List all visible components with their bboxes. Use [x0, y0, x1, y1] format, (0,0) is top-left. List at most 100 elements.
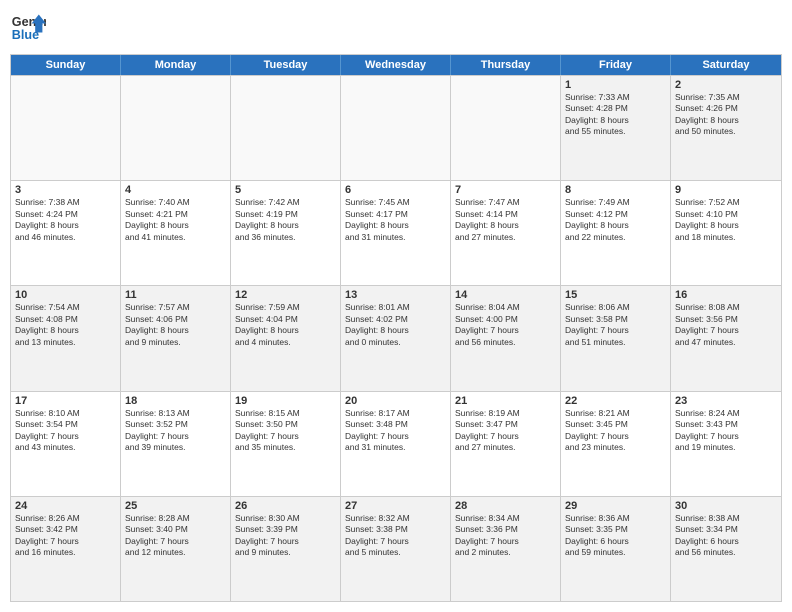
- header-day-thursday: Thursday: [451, 55, 561, 75]
- header-day-sunday: Sunday: [11, 55, 121, 75]
- day-info: Sunrise: 8:38 AM Sunset: 3:34 PM Dayligh…: [675, 513, 777, 559]
- day-number: 11: [125, 289, 226, 301]
- day-number: 20: [345, 395, 446, 407]
- svg-text:Blue: Blue: [12, 28, 39, 42]
- day-cell-18: 18Sunrise: 8:13 AM Sunset: 3:52 PM Dayli…: [121, 392, 231, 496]
- day-cell-29: 29Sunrise: 8:36 AM Sunset: 3:35 PM Dayli…: [561, 497, 671, 601]
- empty-cell: [231, 76, 341, 180]
- day-number: 19: [235, 395, 336, 407]
- day-info: Sunrise: 7:49 AM Sunset: 4:12 PM Dayligh…: [565, 197, 666, 243]
- day-cell-25: 25Sunrise: 8:28 AM Sunset: 3:40 PM Dayli…: [121, 497, 231, 601]
- day-number: 25: [125, 500, 226, 512]
- day-number: 18: [125, 395, 226, 407]
- day-info: Sunrise: 7:38 AM Sunset: 4:24 PM Dayligh…: [15, 197, 116, 243]
- day-number: 23: [675, 395, 777, 407]
- empty-cell: [451, 76, 561, 180]
- day-number: 2: [675, 79, 777, 91]
- day-info: Sunrise: 7:42 AM Sunset: 4:19 PM Dayligh…: [235, 197, 336, 243]
- header-day-monday: Monday: [121, 55, 231, 75]
- day-info: Sunrise: 7:40 AM Sunset: 4:21 PM Dayligh…: [125, 197, 226, 243]
- day-info: Sunrise: 8:36 AM Sunset: 3:35 PM Dayligh…: [565, 513, 666, 559]
- day-cell-12: 12Sunrise: 7:59 AM Sunset: 4:04 PM Dayli…: [231, 286, 341, 390]
- day-info: Sunrise: 8:30 AM Sunset: 3:39 PM Dayligh…: [235, 513, 336, 559]
- day-cell-21: 21Sunrise: 8:19 AM Sunset: 3:47 PM Dayli…: [451, 392, 561, 496]
- day-info: Sunrise: 7:57 AM Sunset: 4:06 PM Dayligh…: [125, 302, 226, 348]
- day-cell-9: 9Sunrise: 7:52 AM Sunset: 4:10 PM Daylig…: [671, 181, 781, 285]
- day-number: 22: [565, 395, 666, 407]
- logo: General Blue: [10, 10, 50, 46]
- page: General Blue SundayMondayTuesdayWednesda…: [0, 0, 792, 612]
- day-cell-8: 8Sunrise: 7:49 AM Sunset: 4:12 PM Daylig…: [561, 181, 671, 285]
- day-number: 12: [235, 289, 336, 301]
- day-number: 6: [345, 184, 446, 196]
- day-info: Sunrise: 8:24 AM Sunset: 3:43 PM Dayligh…: [675, 408, 777, 454]
- day-info: Sunrise: 8:28 AM Sunset: 3:40 PM Dayligh…: [125, 513, 226, 559]
- day-cell-5: 5Sunrise: 7:42 AM Sunset: 4:19 PM Daylig…: [231, 181, 341, 285]
- day-cell-27: 27Sunrise: 8:32 AM Sunset: 3:38 PM Dayli…: [341, 497, 451, 601]
- empty-cell: [121, 76, 231, 180]
- day-info: Sunrise: 8:06 AM Sunset: 3:58 PM Dayligh…: [565, 302, 666, 348]
- day-info: Sunrise: 8:01 AM Sunset: 4:02 PM Dayligh…: [345, 302, 446, 348]
- day-cell-15: 15Sunrise: 8:06 AM Sunset: 3:58 PM Dayli…: [561, 286, 671, 390]
- day-cell-22: 22Sunrise: 8:21 AM Sunset: 3:45 PM Dayli…: [561, 392, 671, 496]
- day-number: 26: [235, 500, 336, 512]
- day-cell-24: 24Sunrise: 8:26 AM Sunset: 3:42 PM Dayli…: [11, 497, 121, 601]
- day-info: Sunrise: 8:32 AM Sunset: 3:38 PM Dayligh…: [345, 513, 446, 559]
- day-cell-26: 26Sunrise: 8:30 AM Sunset: 3:39 PM Dayli…: [231, 497, 341, 601]
- empty-cell: [11, 76, 121, 180]
- calendar-body: 1Sunrise: 7:33 AM Sunset: 4:28 PM Daylig…: [11, 75, 781, 601]
- day-cell-17: 17Sunrise: 8:10 AM Sunset: 3:54 PM Dayli…: [11, 392, 121, 496]
- day-info: Sunrise: 7:54 AM Sunset: 4:08 PM Dayligh…: [15, 302, 116, 348]
- day-number: 30: [675, 500, 777, 512]
- day-info: Sunrise: 8:13 AM Sunset: 3:52 PM Dayligh…: [125, 408, 226, 454]
- calendar-row-1: 1Sunrise: 7:33 AM Sunset: 4:28 PM Daylig…: [11, 75, 781, 180]
- day-info: Sunrise: 7:33 AM Sunset: 4:28 PM Dayligh…: [565, 92, 666, 138]
- day-cell-20: 20Sunrise: 8:17 AM Sunset: 3:48 PM Dayli…: [341, 392, 451, 496]
- day-cell-6: 6Sunrise: 7:45 AM Sunset: 4:17 PM Daylig…: [341, 181, 451, 285]
- day-info: Sunrise: 7:45 AM Sunset: 4:17 PM Dayligh…: [345, 197, 446, 243]
- empty-cell: [341, 76, 451, 180]
- day-number: 5: [235, 184, 336, 196]
- logo-icon: General Blue: [10, 10, 46, 46]
- calendar-row-2: 3Sunrise: 7:38 AM Sunset: 4:24 PM Daylig…: [11, 180, 781, 285]
- day-cell-14: 14Sunrise: 8:04 AM Sunset: 4:00 PM Dayli…: [451, 286, 561, 390]
- day-number: 24: [15, 500, 116, 512]
- day-number: 21: [455, 395, 556, 407]
- day-info: Sunrise: 7:35 AM Sunset: 4:26 PM Dayligh…: [675, 92, 777, 138]
- day-number: 9: [675, 184, 777, 196]
- day-cell-1: 1Sunrise: 7:33 AM Sunset: 4:28 PM Daylig…: [561, 76, 671, 180]
- day-info: Sunrise: 7:52 AM Sunset: 4:10 PM Dayligh…: [675, 197, 777, 243]
- day-info: Sunrise: 8:08 AM Sunset: 3:56 PM Dayligh…: [675, 302, 777, 348]
- header: General Blue: [10, 10, 782, 46]
- header-day-wednesday: Wednesday: [341, 55, 451, 75]
- day-cell-2: 2Sunrise: 7:35 AM Sunset: 4:26 PM Daylig…: [671, 76, 781, 180]
- day-number: 29: [565, 500, 666, 512]
- day-cell-7: 7Sunrise: 7:47 AM Sunset: 4:14 PM Daylig…: [451, 181, 561, 285]
- day-number: 1: [565, 79, 666, 91]
- calendar: SundayMondayTuesdayWednesdayThursdayFrid…: [10, 54, 782, 602]
- calendar-row-5: 24Sunrise: 8:26 AM Sunset: 3:42 PM Dayli…: [11, 496, 781, 601]
- day-info: Sunrise: 8:21 AM Sunset: 3:45 PM Dayligh…: [565, 408, 666, 454]
- day-number: 4: [125, 184, 226, 196]
- day-info: Sunrise: 8:15 AM Sunset: 3:50 PM Dayligh…: [235, 408, 336, 454]
- header-day-friday: Friday: [561, 55, 671, 75]
- day-cell-10: 10Sunrise: 7:54 AM Sunset: 4:08 PM Dayli…: [11, 286, 121, 390]
- day-number: 3: [15, 184, 116, 196]
- day-number: 16: [675, 289, 777, 301]
- day-info: Sunrise: 8:04 AM Sunset: 4:00 PM Dayligh…: [455, 302, 556, 348]
- day-info: Sunrise: 7:47 AM Sunset: 4:14 PM Dayligh…: [455, 197, 556, 243]
- day-cell-16: 16Sunrise: 8:08 AM Sunset: 3:56 PM Dayli…: [671, 286, 781, 390]
- header-day-tuesday: Tuesday: [231, 55, 341, 75]
- day-info: Sunrise: 8:17 AM Sunset: 3:48 PM Dayligh…: [345, 408, 446, 454]
- day-number: 13: [345, 289, 446, 301]
- day-cell-13: 13Sunrise: 8:01 AM Sunset: 4:02 PM Dayli…: [341, 286, 451, 390]
- day-number: 28: [455, 500, 556, 512]
- day-number: 17: [15, 395, 116, 407]
- day-info: Sunrise: 8:19 AM Sunset: 3:47 PM Dayligh…: [455, 408, 556, 454]
- calendar-row-4: 17Sunrise: 8:10 AM Sunset: 3:54 PM Dayli…: [11, 391, 781, 496]
- day-cell-30: 30Sunrise: 8:38 AM Sunset: 3:34 PM Dayli…: [671, 497, 781, 601]
- day-info: Sunrise: 7:59 AM Sunset: 4:04 PM Dayligh…: [235, 302, 336, 348]
- day-cell-11: 11Sunrise: 7:57 AM Sunset: 4:06 PM Dayli…: [121, 286, 231, 390]
- day-info: Sunrise: 8:10 AM Sunset: 3:54 PM Dayligh…: [15, 408, 116, 454]
- day-number: 14: [455, 289, 556, 301]
